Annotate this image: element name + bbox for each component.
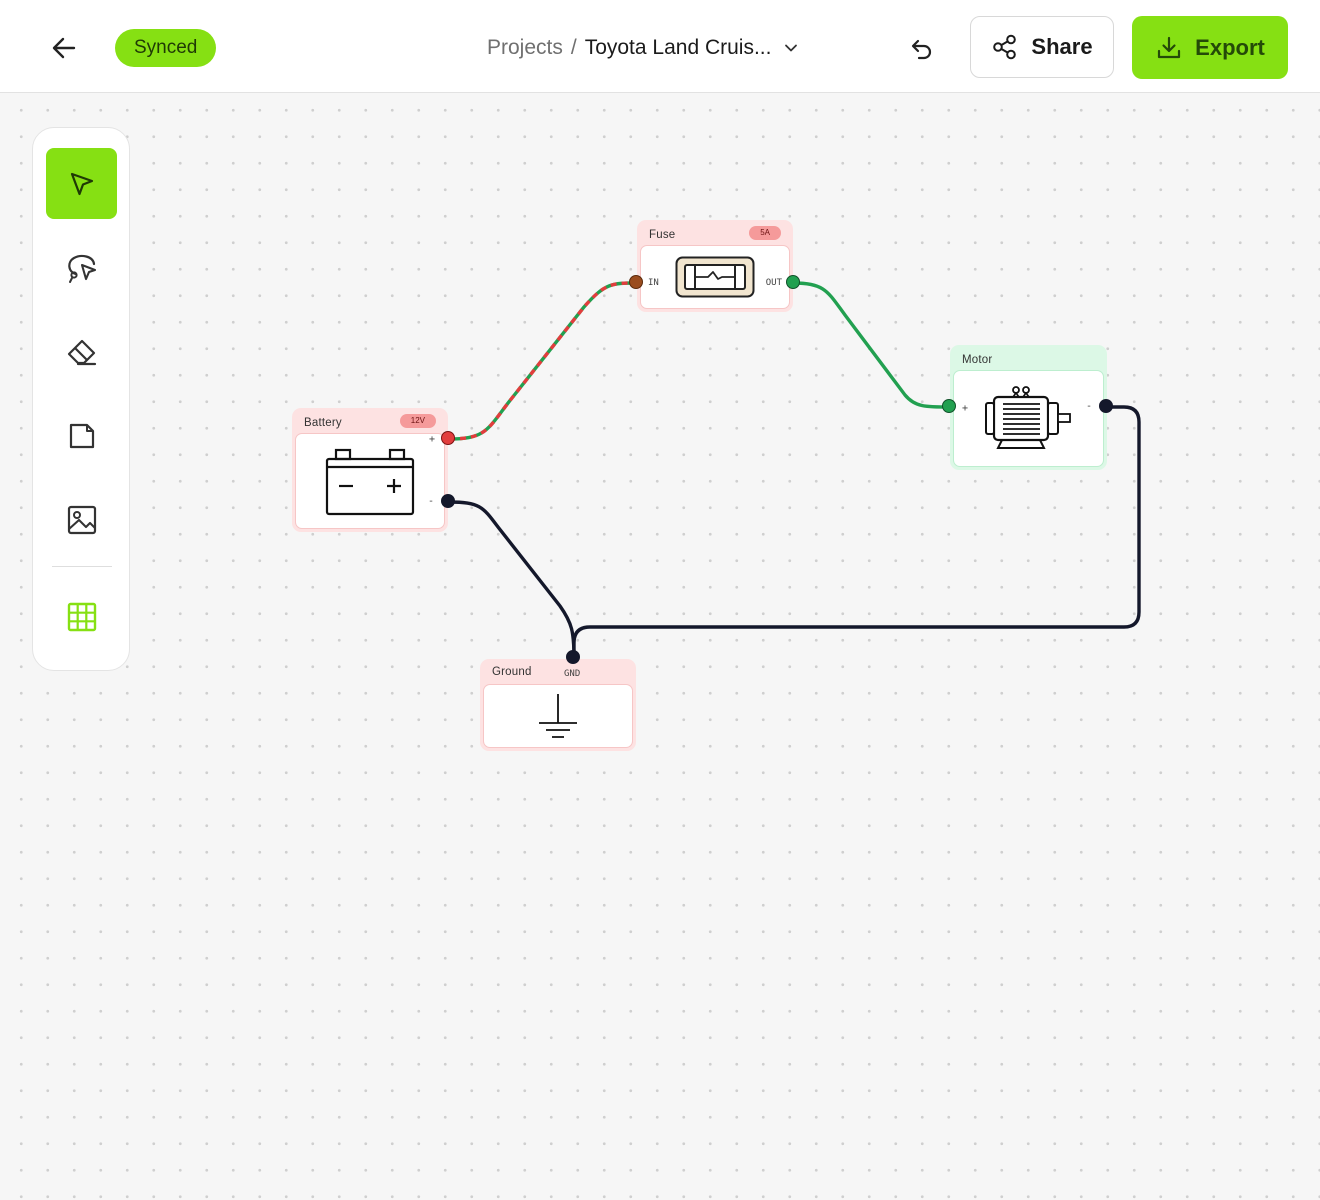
- fuse-port-in-label: IN: [648, 278, 659, 288]
- battery-port-positive-label: +: [428, 434, 435, 445]
- motor-negative-pin[interactable]: [1099, 399, 1113, 413]
- export-label: Export: [1195, 34, 1265, 60]
- battery-title: Battery: [304, 417, 342, 429]
- select-tool-button[interactable]: [46, 148, 117, 219]
- breadcrumb-separator: /: [570, 36, 577, 59]
- fuse-title: Fuse: [649, 229, 676, 241]
- ground-symbol-icon: [539, 694, 577, 738]
- undo-button[interactable]: [902, 28, 942, 68]
- project-name[interactable]: Toyota Land Cruis...: [585, 36, 772, 60]
- ground-gnd-pin[interactable]: [566, 650, 580, 664]
- arrow-left-icon: [52, 37, 76, 59]
- note-icon: [69, 423, 94, 448]
- lasso-icon: [67, 254, 96, 283]
- cursor-arrow-icon: [70, 172, 93, 195]
- battery-voltage-badge: 12V: [399, 414, 436, 428]
- note-tool-button[interactable]: [46, 400, 117, 471]
- fuse-icon: [675, 256, 755, 298]
- fuse-out-pin[interactable]: [786, 275, 800, 289]
- fuse-body: [640, 245, 790, 309]
- fuse-rating-badge: 5A: [749, 226, 781, 240]
- back-button[interactable]: [44, 28, 84, 68]
- battery-body: [295, 433, 445, 529]
- motor-positive-pin[interactable]: [942, 399, 956, 413]
- ground-title: Ground: [492, 666, 532, 678]
- ground-port-gnd-label: GND: [564, 669, 581, 679]
- motor-port-negative-label: -: [1085, 401, 1092, 412]
- breadcrumb-projects-link[interactable]: Projects: [487, 36, 563, 60]
- undo-icon: [911, 39, 932, 60]
- export-button[interactable]: Export: [1132, 16, 1288, 79]
- motor-title: Motor: [962, 354, 993, 366]
- share-icon: [993, 34, 1017, 60]
- car-battery-icon: [325, 448, 415, 516]
- eraser-icon: [67, 339, 96, 365]
- grid-icon: [67, 602, 96, 631]
- lasso-tool-button[interactable]: [46, 232, 117, 303]
- fuse-node[interactable]: Fuse 5A IN OUT: [637, 220, 793, 312]
- share-button[interactable]: Share: [970, 16, 1114, 78]
- breadcrumb[interactable]: Projects / Toyota Land Cruis...: [487, 30, 799, 66]
- chevron-down-icon[interactable]: [783, 40, 799, 56]
- top-bar: Synced Projects / Toyota Land Cruis... S…: [0, 0, 1320, 93]
- fuse-in-pin[interactable]: [629, 275, 643, 289]
- ground-node[interactable]: Ground GND: [480, 659, 636, 751]
- motor-node[interactable]: Motor + -: [950, 345, 1107, 470]
- image-icon: [67, 505, 96, 534]
- battery-positive-pin[interactable]: [441, 431, 455, 445]
- toolbar-divider: [52, 566, 112, 567]
- ground-body: [483, 684, 633, 748]
- tool-palette: [32, 127, 130, 671]
- fuse-port-out-label: OUT: [765, 278, 782, 288]
- image-tool-button[interactable]: [46, 484, 117, 555]
- sync-status-badge: Synced: [115, 29, 217, 67]
- motor-body: [953, 370, 1104, 467]
- battery-negative-pin[interactable]: [441, 494, 455, 508]
- grid-toggle-button[interactable]: [46, 581, 117, 652]
- download-icon: [1158, 36, 1181, 58]
- eraser-tool-button[interactable]: [46, 316, 117, 387]
- share-label: Share: [1031, 34, 1093, 59]
- electric-motor-icon: [984, 385, 1071, 449]
- motor-port-positive-label: +: [962, 403, 969, 414]
- battery-node[interactable]: Battery 12V + -: [292, 408, 448, 532]
- battery-port-negative-label: -: [427, 496, 434, 507]
